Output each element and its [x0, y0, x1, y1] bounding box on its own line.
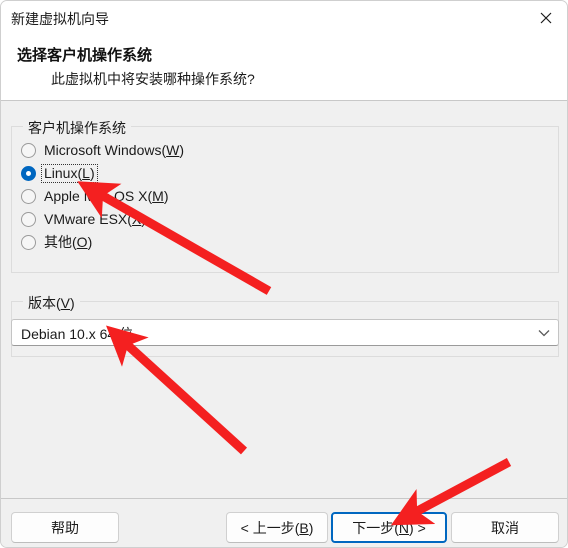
radio-label: 其他(O) [44, 234, 93, 250]
title-bar: 新建虚拟机向导 [1, 1, 567, 36]
version-select[interactable]: Debian 10.x 64 位 [11, 319, 559, 346]
window-title: 新建虚拟机向导 [11, 11, 109, 27]
version-selected-value: Debian 10.x 64 位 [21, 326, 134, 342]
page-subtitle: 此虚拟机中将安装哪种操作系统? [51, 71, 255, 87]
guest-os-radio-group: Microsoft Windows(W) Linux(L) Apple Mac … [21, 139, 351, 254]
close-icon [540, 12, 552, 24]
page-title: 选择客户机操作系统 [17, 47, 153, 64]
back-button[interactable]: < 上一步(B) [226, 512, 328, 543]
guest-os-group-legend: 客户机操作系统 [23, 118, 131, 138]
guest-os-groupbox: 客户机操作系统 Microsoft Windows(W) Linux(L) Ap… [11, 118, 559, 273]
wizard-footer: 帮助 < 上一步(B) 下一步(N) > 取消 [1, 498, 567, 547]
radio-icon-selected [21, 166, 36, 181]
radio-icon [21, 143, 36, 158]
new-virtual-machine-wizard-dialog: 新建虚拟机向导 选择客户机操作系统 此虚拟机中将安装哪种操作系统? 客户机操作系… [0, 0, 568, 548]
radio-option-microsoft-windows[interactable]: Microsoft Windows(W) [21, 139, 351, 162]
radio-option-linux[interactable]: Linux(L) [21, 162, 351, 185]
cancel-button[interactable]: 取消 [451, 512, 559, 543]
radio-icon [21, 235, 36, 250]
version-group-legend: 版本(V) [23, 293, 80, 313]
radio-option-other[interactable]: 其他(O) [21, 231, 351, 254]
next-button[interactable]: 下一步(N) > [331, 512, 447, 543]
radio-option-apple-mac-os-x[interactable]: Apple Mac OS X(M) [21, 185, 351, 208]
radio-icon [21, 189, 36, 204]
radio-icon [21, 212, 36, 227]
radio-label: Apple Mac OS X(M) [44, 188, 169, 204]
close-button[interactable] [523, 1, 567, 35]
wizard-header: 选择客户机操作系统 此虚拟机中将安装哪种操作系统? [1, 36, 567, 101]
chevron-down-icon [538, 320, 550, 345]
wizard-body: 客户机操作系统 Microsoft Windows(W) Linux(L) Ap… [1, 102, 567, 498]
radio-label: VMware ESX(X) [44, 211, 146, 227]
radio-label: Linux(L) [41, 164, 98, 183]
help-button[interactable]: 帮助 [11, 512, 119, 543]
radio-label: Microsoft Windows(W) [44, 142, 185, 158]
radio-option-vmware-esx[interactable]: VMware ESX(X) [21, 208, 351, 231]
